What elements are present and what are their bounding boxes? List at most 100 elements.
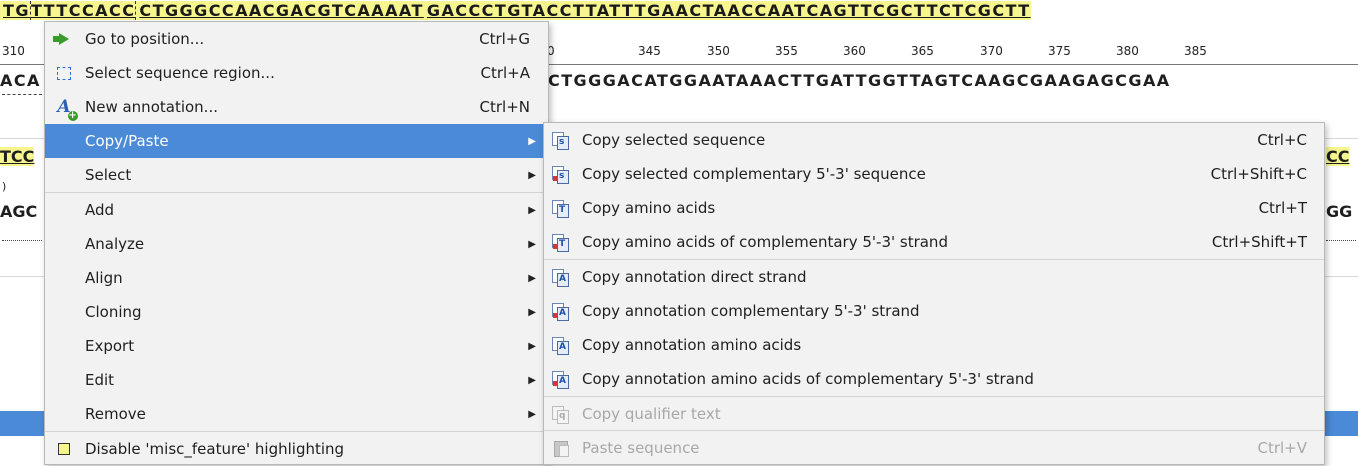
menu-item-label: Disable 'misc_feature' highlighting — [85, 440, 345, 458]
submenu-item-paste-sequence[interactable]: Paste sequence Ctrl+V — [544, 431, 1324, 464]
menu-item-label: Copy amino acids — [582, 199, 716, 217]
menu-item-shortcut: Ctrl+C — [1257, 131, 1307, 149]
submenu-arrow-icon: ▶ — [528, 272, 536, 284]
menu-item-add[interactable]: Add ▶ — [45, 193, 548, 227]
ruler-label: 380 — [1116, 44, 1139, 58]
menu-item-label: Copy selected complementary 5'-3' sequen… — [582, 165, 926, 183]
sequence-direct-right: GACCCTGTACCTTATTTGAACTAACCAATCAGTTCGCTTC… — [423, 1, 1031, 20]
menu-item-label: Add — [85, 201, 115, 219]
ruler-label-left: 310 — [2, 44, 25, 58]
row3-right-sequence: GG — [1326, 202, 1353, 221]
highlight-checkbox-icon — [55, 440, 73, 458]
menu-item-shortcut: Ctrl+A — [480, 64, 530, 82]
menu-item-label: Go to position... — [85, 30, 205, 48]
select-region-icon — [55, 64, 73, 82]
menu-item-label: Edit — [85, 371, 115, 389]
menu-item-export[interactable]: Export ▶ — [45, 329, 548, 363]
menu-item-label: Analyze — [85, 235, 145, 253]
ruler-label: 370 — [980, 44, 1003, 58]
menu-item-label: Select sequence region... — [85, 64, 275, 82]
submenu-arrow-icon: ▶ — [528, 238, 536, 250]
submenu-arrow-icon: ▶ — [528, 306, 536, 318]
menu-item-label: Copy annotation direct strand — [582, 268, 807, 286]
menu-item-new-annotation[interactable]: A New annotation... Ctrl+N — [45, 90, 548, 124]
go-arrow-icon — [53, 30, 73, 48]
submenu-arrow-icon: ▶ — [528, 135, 536, 147]
submenu-item-copy-annotation-amino-acids-complementary[interactable]: A Copy annotation amino acids of complem… — [544, 362, 1324, 396]
selection-dash — [2, 94, 42, 95]
sequence-direct-hidden: CTGGGCCAACGACGTCAAAAT — [136, 1, 424, 20]
menu-item-remove[interactable]: Remove ▶ — [45, 397, 548, 431]
menu-item-shortcut: Ctrl+T — [1258, 199, 1307, 217]
menu-item-analyze[interactable]: Analyze ▶ — [45, 227, 548, 261]
menu-item-align[interactable]: Align ▶ — [45, 261, 548, 295]
copy-annotation-amino-complement-icon: A — [552, 370, 570, 389]
menu-item-label: Copy amino acids of complementary 5'-3' … — [582, 233, 948, 251]
ruler-label: 360 — [843, 44, 866, 58]
copy-annotation-complement-icon: A — [552, 302, 570, 321]
copy-annotation-amino-icon: A — [552, 336, 570, 355]
submenu-item-copy-qualifier-text[interactable]: q Copy qualifier text — [544, 397, 1324, 431]
sequence-complement-left: ACA — [0, 71, 41, 90]
submenu-item-copy-annotation-amino-acids[interactable]: A Copy annotation amino acids — [544, 328, 1324, 362]
submenu-arrow-icon: ▶ — [528, 204, 536, 216]
row2-left-sequence: TCC — [0, 147, 35, 166]
menu-item-label: Copy annotation complementary 5'-3' stra… — [582, 302, 920, 320]
submenu-arrow-icon: ▶ — [528, 408, 536, 420]
copy-paste-submenu[interactable]: s Copy selected sequence Ctrl+C s Copy s… — [543, 122, 1325, 465]
copy-sequence-icon: s — [552, 131, 570, 150]
menu-item-label: Copy annotation amino acids — [582, 336, 802, 354]
ruler-label: 375 — [1048, 44, 1071, 58]
menu-item-label: Copy qualifier text — [582, 405, 721, 423]
menu-item-go-to-position[interactable]: Go to position... Ctrl+G — [45, 22, 548, 56]
menu-item-label: Remove — [85, 405, 146, 423]
submenu-arrow-icon: ▶ — [528, 169, 536, 181]
submenu-item-copy-complementary-sequence[interactable]: s Copy selected complementary 5'-3' sequ… — [544, 157, 1324, 191]
menu-item-copy-paste[interactable]: Copy/Paste ▶ — [45, 124, 548, 158]
submenu-item-copy-annotation-direct[interactable]: A Copy annotation direct strand — [544, 260, 1324, 294]
sequence-direct-strand[interactable]: TGTTTCCACC CTGGGCCAACGACGTCAAAAT GACCCTGTA… — [0, 0, 1358, 22]
submenu-item-copy-amino-acids-complementary[interactable]: T Copy amino acids of complementary 5'-3… — [544, 225, 1324, 259]
submenu-item-copy-amino-acids[interactable]: T Copy amino acids Ctrl+T — [544, 191, 1324, 225]
menu-item-label: Export — [85, 337, 135, 355]
menu-item-label: Align — [85, 269, 123, 287]
menu-item-shortcut: Ctrl+N — [479, 98, 530, 116]
paste-icon — [552, 439, 570, 457]
context-menu[interactable]: Go to position... Ctrl+G Select sequence… — [44, 21, 549, 465]
copy-complement-sequence-icon: s — [552, 165, 570, 184]
menu-item-label: Cloning — [85, 303, 142, 321]
submenu-item-copy-selected-sequence[interactable]: s Copy selected sequence Ctrl+C — [544, 123, 1324, 157]
menu-item-shortcut: Ctrl+G — [479, 30, 530, 48]
menu-item-label: Copy selected sequence — [582, 131, 766, 149]
menu-item-select-sequence-region[interactable]: Select sequence region... Ctrl+A — [45, 56, 548, 90]
submenu-arrow-icon: ▶ — [528, 340, 536, 352]
copy-qualifier-icon: q — [552, 405, 570, 424]
sequence-complement-right: CTGGGACATGGAATAAACTTGATTGGTTAGTCAAGCGAAG… — [548, 71, 1171, 90]
ruler-label: 365 — [911, 44, 934, 58]
menu-item-label: Copy/Paste — [85, 132, 169, 150]
new-annotation-icon: A — [55, 97, 78, 121]
menu-item-label: Paste sequence — [582, 438, 700, 457]
submenu-arrow-icon: ▶ — [528, 374, 536, 386]
sequence-selection[interactable]: TTTCCACC — [29, 1, 137, 20]
copy-amino-icon: T — [552, 199, 570, 218]
menu-item-shortcut: Ctrl+Shift+T — [1211, 233, 1307, 251]
ruler-label: 385 — [1184, 44, 1207, 58]
menu-item-shortcut: Ctrl+V — [1257, 438, 1307, 457]
menu-item-label: Select — [85, 166, 132, 184]
menu-item-label: Copy annotation amino acids of complemen… — [582, 370, 1034, 388]
ruler-label: 345 — [638, 44, 661, 58]
submenu-item-copy-annotation-complementary[interactable]: A Copy annotation complementary 5'-3' st… — [544, 294, 1324, 328]
menu-item-shortcut: Ctrl+Shift+C — [1210, 165, 1307, 183]
row3-left-sequence: AGC — [0, 202, 38, 221]
menu-item-select[interactable]: Select ▶ — [45, 158, 548, 192]
menu-item-edit[interactable]: Edit ▶ — [45, 363, 548, 397]
ruler-label: 355 — [775, 44, 798, 58]
annotation-dots-right — [1326, 240, 1356, 241]
menu-item-disable-highlighting[interactable]: Disable 'misc_feature' highlighting — [45, 432, 548, 466]
copy-annotation-icon: A — [552, 268, 570, 287]
ruler-label: 350 — [707, 44, 730, 58]
row2-paren: ) — [2, 180, 7, 193]
menu-item-cloning[interactable]: Cloning ▶ — [45, 295, 548, 329]
sequence-direct-left: TG — [0, 1, 30, 20]
